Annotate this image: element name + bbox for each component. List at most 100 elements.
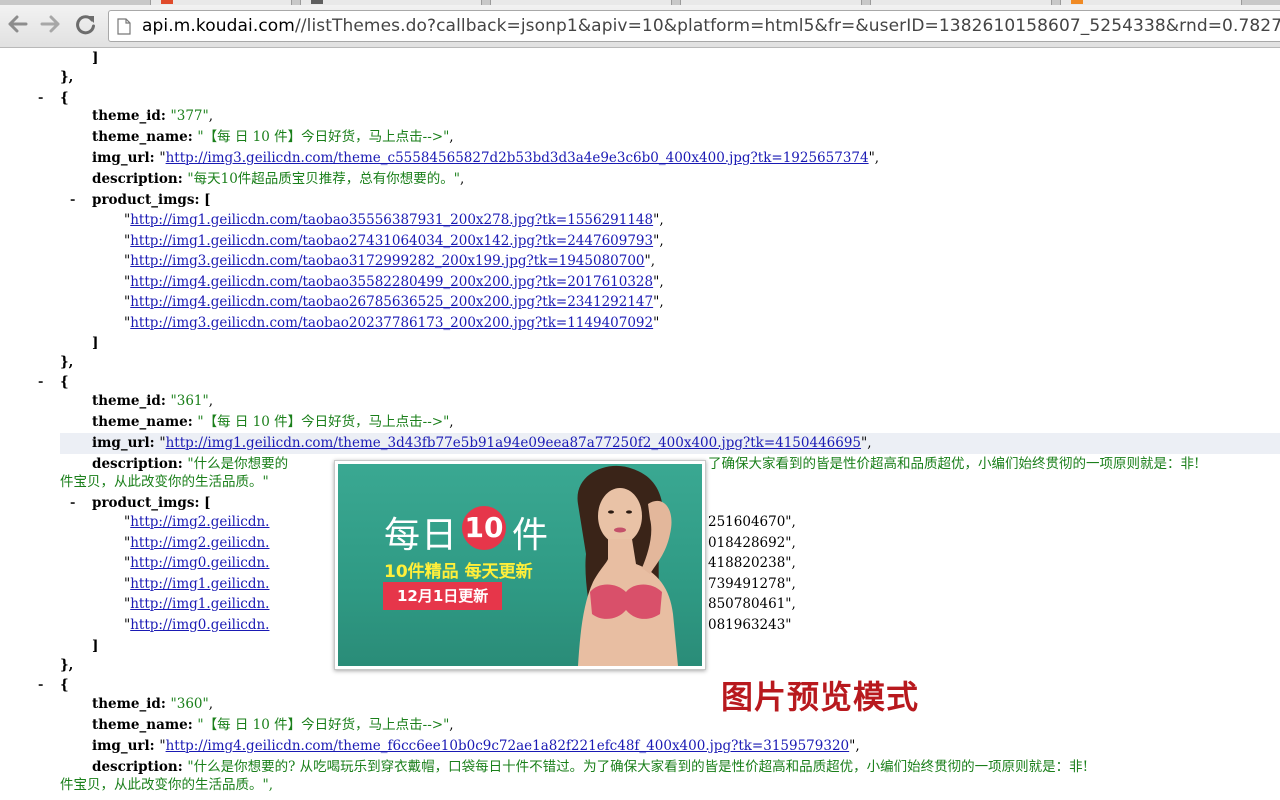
object-open: { [60, 677, 69, 693]
json-key: description [92, 456, 178, 472]
json-line: - { [0, 372, 1280, 393]
json-line: "http://img3.geilicdn.com/taobao20237786… [124, 315, 660, 331]
json-url-link[interactable]: http://img3.geilicdn.com/taobao317299928… [130, 253, 644, 269]
array-close-bracket: ] [92, 638, 99, 654]
json-key: img_url [92, 435, 150, 451]
collapse-toggle[interactable]: - [38, 372, 43, 393]
json-line: - { [0, 675, 1280, 696]
json-url-tail: 081963243" [708, 617, 792, 633]
json-line: img_url: "http://img3.geilicdn.com/theme… [92, 150, 880, 166]
json-url-tail: 418820238", [708, 555, 796, 571]
json-line: "http://img3.geilicdn.com/taobao31729992… [124, 253, 656, 269]
tab-stub[interactable] [870, 0, 1052, 5]
arrow-right-icon [40, 15, 60, 33]
json-url-link[interactable]: http://img1.geilicdn.com/taobao355563879… [130, 212, 653, 228]
json-url-link[interactable]: http://img1.geilicdn.com/theme_3d43fb77e… [166, 435, 861, 451]
json-line: "http://img1.geilicdn.com/taobao27431064… [124, 233, 664, 249]
back-button[interactable] [6, 12, 30, 36]
json-key: theme_name [92, 129, 188, 145]
tab-stub[interactable] [1060, 0, 1242, 5]
json-key: product_imgs [92, 192, 195, 208]
banner-number-badge: 10 [462, 506, 506, 550]
json-line: }, [0, 67, 1280, 88]
json-line: theme_name: "【每 日 10 件】今日好货，马上点击-->", [92, 717, 454, 733]
json-string-value: "360" [170, 696, 209, 712]
json-line: - product_imgs: [ [0, 190, 1280, 211]
url-host: api.m.koudai.com [142, 16, 295, 36]
url-text[interactable]: api.m.koudai.com//listThemes.do?callback… [142, 16, 1280, 36]
json-line: theme_id: "360", [92, 696, 214, 712]
tab-stub[interactable] [300, 0, 482, 5]
json-url-link[interactable]: http://img4.geilicdn.com/taobao267856365… [130, 294, 653, 310]
banner-subtitle: 10件精品 每天更新 [384, 562, 533, 582]
json-line: "http://img1.geilicdn.com/taobao35556387… [124, 212, 664, 228]
json-string-value: "每天10件超品质宝贝推荐，总有你想要的。" [187, 171, 461, 187]
json-key: theme_id [92, 393, 161, 409]
arrow-left-icon [8, 15, 28, 33]
json-url-link[interactable]: http://img2.geilicdn. [130, 535, 269, 551]
forward-button[interactable] [38, 12, 62, 36]
url-path: //listThemes.do?callback=jsonp1&apiv=10&… [294, 16, 1280, 36]
json-url-link[interactable]: http://img1.geilicdn. [130, 576, 269, 592]
json-url-link[interactable]: http://img2.geilicdn. [130, 514, 269, 530]
object-open: { [60, 374, 69, 390]
preview-banner-image: 每日 10 件 10件精品 每天更新 12月1日更新 [338, 464, 702, 666]
document-icon [117, 18, 131, 35]
banner-title: 每日 [384, 515, 459, 556]
collapse-toggle[interactable]: - [70, 493, 75, 514]
json-url-tail: 850780461", [708, 596, 796, 612]
model-photo-icon [577, 465, 678, 666]
json-key: theme_id [92, 696, 161, 712]
json-line: ] [0, 333, 1280, 354]
tab-stub[interactable] [680, 0, 862, 5]
json-key: theme_id [92, 108, 161, 124]
json-key: img_url [92, 738, 150, 754]
json-viewer: ] }, - { theme_id: "377", theme_name: "【… [0, 48, 1280, 800]
json-url-link[interactable]: http://img3.geilicdn.com/theme_c55584565… [166, 150, 869, 166]
json-key: description [92, 759, 178, 775]
json-key: img_url [92, 150, 150, 166]
json-string-value: "什么是你想要的? 从吃喝玩乐到穿衣戴帽，口袋每日十件不错过。为了确保大家看到的… [187, 759, 1089, 775]
json-line: ] [0, 48, 1280, 69]
json-line-hovered: img_url: "http://img1.geilicdn.com/theme… [60, 433, 1280, 454]
json-line: description: "每天10件超品质宝贝推荐，总有你想要的。", [92, 171, 465, 187]
json-line: 件宝贝，从此改变你的生活品质。", [0, 775, 1280, 796]
tab-favicon [161, 0, 173, 4]
json-url-tail: 018428692", [708, 535, 796, 551]
json-string-value: "【每 日 10 件】今日好货，马上点击-->" [197, 129, 450, 145]
json-key: theme_name [92, 717, 188, 733]
array-close-bracket: ] [92, 335, 99, 351]
json-string-value: "361" [170, 393, 209, 409]
tab-stub[interactable] [490, 0, 672, 5]
json-url-link[interactable]: http://img4.geilicdn.com/theme_f6cc6ee10… [166, 738, 850, 754]
json-url-link[interactable]: http://img0.geilicdn. [130, 617, 269, 633]
object-close: }, [60, 69, 74, 85]
json-line: }, [0, 352, 1280, 373]
json-key: product_imgs [92, 495, 195, 511]
reload-button[interactable] [74, 12, 98, 36]
json-line: theme_name: "【每 日 10 件】今日好货，马上点击-->", [92, 414, 454, 430]
json-url-link[interactable]: http://img4.geilicdn.com/taobao355822804… [130, 274, 653, 290]
reload-icon [76, 15, 95, 35]
json-string-value: "【每 日 10 件】今日好货，马上点击-->" [197, 414, 450, 430]
collapse-toggle[interactable]: - [38, 675, 43, 696]
image-preview-popup: 每日 10 件 10件精品 每天更新 12月1日更新 [334, 460, 706, 670]
collapse-toggle[interactable]: - [70, 190, 75, 211]
array-close-bracket: ] [92, 50, 99, 66]
json-string-value: 件宝贝，从此改变你的生活品质。", [60, 777, 274, 793]
json-url-link[interactable]: http://img1.geilicdn. [130, 596, 269, 612]
json-url-link[interactable]: http://img3.geilicdn.com/taobao202377861… [130, 315, 653, 331]
json-url-link[interactable]: http://img0.geilicdn. [130, 555, 269, 571]
json-key: theme_name [92, 414, 188, 430]
tab-favicon [1071, 0, 1083, 4]
json-url-link[interactable]: http://img1.geilicdn.com/taobao274310640… [130, 233, 653, 249]
banner-date-tag: 12月1日更新 [383, 582, 503, 610]
address-bar[interactable]: api.m.koudai.com//listThemes.do?callback… [108, 10, 1280, 42]
json-url-tail: 251604670", [708, 514, 796, 530]
json-string-value: "377" [170, 108, 209, 124]
browser-toolbar: api.m.koudai.com//listThemes.do?callback… [0, 0, 1280, 48]
tab-stub[interactable] [150, 0, 292, 5]
object-close: }, [60, 354, 74, 370]
preview-mode-caption: 图片预览模式 [721, 678, 920, 716]
json-line: "http://img4.geilicdn.com/taobao35582280… [124, 274, 664, 290]
